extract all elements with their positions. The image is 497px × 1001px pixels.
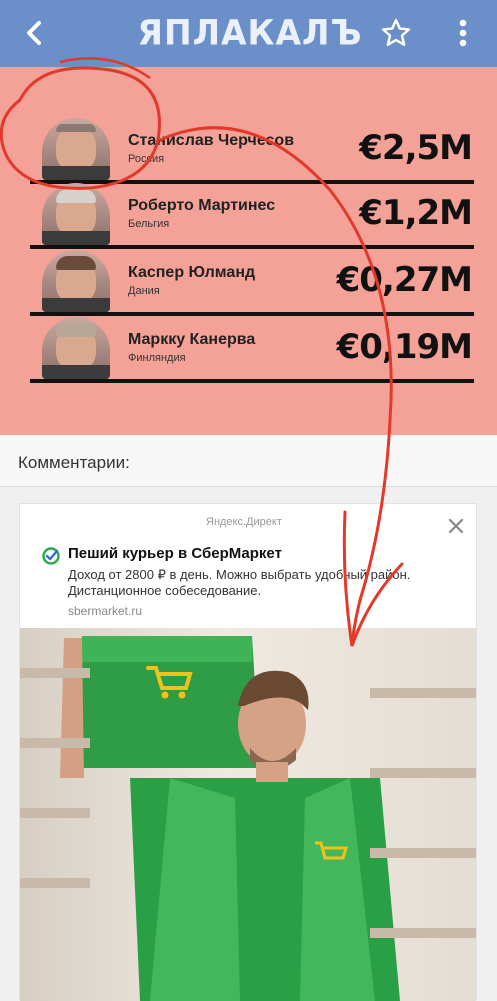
coach-name: Роберто Мартинес: [128, 197, 276, 214]
more-vertical-icon: [459, 19, 467, 47]
favorite-button[interactable]: [380, 17, 412, 49]
close-icon: [448, 518, 464, 534]
salary-amount: €1,2M: [359, 193, 473, 233]
salary-amount: €2,5M: [359, 128, 473, 168]
salary-amount: €0,19M: [336, 327, 473, 367]
coach-photo: [42, 118, 110, 180]
star-icon: [381, 18, 411, 46]
salary-row: Станислав Черчесов Россия €2,5M: [30, 118, 474, 184]
coach-photo: [42, 250, 110, 312]
back-button[interactable]: [18, 16, 52, 50]
coach-country: Бельгия: [128, 218, 170, 230]
close-ad-button[interactable]: [446, 516, 466, 536]
divider: [30, 312, 474, 316]
coach-country: Дания: [128, 285, 160, 297]
shelf: [20, 738, 90, 748]
chevron-left-icon: [27, 21, 41, 45]
shelf: [370, 848, 476, 858]
comments-title: Комментарии:: [18, 453, 130, 472]
ad-description: Доход от 2800 ₽ в день. Можно выбрать уд…: [68, 567, 411, 598]
ad-domain[interactable]: sbermarket.ru: [68, 604, 142, 618]
shelf: [20, 808, 90, 818]
shelf: [370, 768, 476, 778]
app-header: ЯПЛАКАЛЪ: [0, 0, 497, 67]
coach-country: Россия: [128, 153, 165, 165]
shelf: [370, 928, 476, 938]
coach-country: Финляндия: [128, 352, 186, 364]
coach-photo: [42, 183, 110, 245]
shelf: [20, 878, 90, 888]
site-logo[interactable]: ЯПЛАКАЛЪ: [135, 11, 365, 55]
salary-amount: €0,27M: [336, 260, 473, 300]
coach-name: Каспер Юлманд: [128, 264, 256, 281]
shelf: [370, 688, 476, 698]
salary-row: Каспер Юлманд Дания €0,27M: [30, 250, 474, 316]
overflow-menu-button[interactable]: [451, 16, 475, 50]
salary-infographic: Станислав Черчесов Россия €2,5M Роберто …: [0, 67, 497, 435]
ad-source-label[interactable]: Яндекс.Директ: [206, 516, 282, 528]
shelf: [20, 668, 90, 678]
coach-name: Станислав Черчесов: [128, 132, 295, 149]
comments-section: Комментарии:: [0, 435, 497, 487]
ad-image[interactable]: [20, 628, 476, 1001]
divider: [30, 245, 474, 249]
salary-row: Маркку Канерва Финляндия €0,19M: [30, 317, 474, 383]
salary-row: Роберто Мартинес Бельгия €1,2M: [30, 183, 474, 249]
coach-photo: [42, 317, 110, 379]
sber-logo-icon: [42, 547, 60, 565]
coach-name: Маркку Канерва: [128, 331, 256, 348]
divider: [30, 379, 474, 383]
ad-title[interactable]: Пеший курьер в СберМаркет: [68, 545, 282, 562]
ad-block[interactable]: Яндекс.Директ Пеший курьер в СберМаркет …: [19, 503, 477, 1001]
divider: [30, 180, 474, 184]
